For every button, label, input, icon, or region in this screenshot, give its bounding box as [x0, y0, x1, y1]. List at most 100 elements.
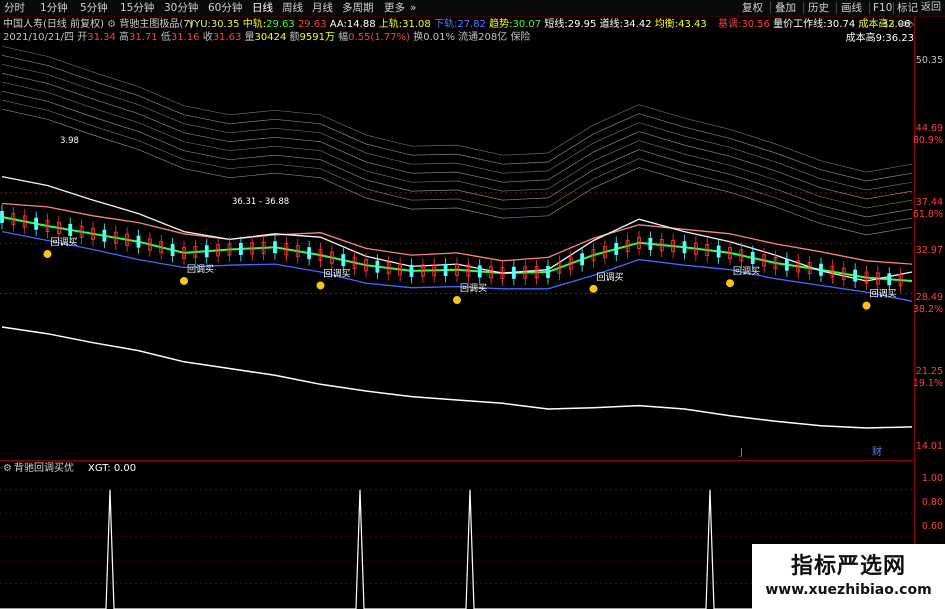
- tab-multi-period[interactable]: 多周期: [342, 1, 374, 15]
- dbx-label: 道线:: [599, 19, 623, 30]
- main-price-chart[interactable]: 回调买回调买 回调买回调买回调买回调买回调买 36.31 - 36.88 3.98…: [0, 44, 914, 460]
- candle-body: [614, 242, 619, 255]
- candle-body: [204, 245, 209, 258]
- low-label: 低: [160, 32, 171, 43]
- vol-label: 量: [244, 32, 255, 43]
- history-button[interactable]: 历史: [808, 1, 829, 15]
- open-label: 开: [77, 32, 88, 43]
- aa-value: 14.88: [346, 19, 376, 30]
- overlay-button[interactable]: 叠加: [775, 1, 796, 15]
- cost-high2-info: 成本高3 <◇: [842, 18, 914, 31]
- site-watermark: 指标严选网 www.xuezhibiao.com: [752, 544, 945, 609]
- fq-button[interactable]: 复权: [742, 1, 763, 15]
- axis-s1: 1.00: [921, 473, 943, 484]
- draw-button[interactable]: 画线: [841, 1, 862, 15]
- callback-buy-label: 回调买: [324, 268, 351, 279]
- xgt-value: 0.00: [113, 463, 137, 474]
- buy-signal-dot: [316, 281, 325, 290]
- candle-body: [477, 265, 482, 278]
- callback-buy-label: 回调买: [870, 289, 897, 300]
- mark-button[interactable]: 标记: [897, 1, 918, 15]
- high-value: 31.71: [129, 32, 158, 43]
- buy-signal-dot: [180, 276, 188, 285]
- cbg2-value: 3: [888, 19, 895, 30]
- back-button[interactable]: 返回: [921, 1, 941, 15]
- tab-5min[interactable]: 5分钟: [80, 1, 108, 15]
- mark-a-label: J: [739, 447, 743, 458]
- aa-label: AA:: [329, 19, 347, 30]
- sg-value: 31.08: [402, 19, 431, 30]
- stock-name[interactable]: 中国人寿(日线 前复权): [3, 19, 104, 30]
- axis-p4-pct: 38.2%: [912, 304, 943, 315]
- f10-button[interactable]: F10: [873, 1, 892, 15]
- axis-p2-pct: 61.8%: [912, 209, 943, 220]
- tab-monthly[interactable]: 月线: [312, 1, 333, 15]
- range-label: 36.31 - 36.88: [232, 197, 289, 207]
- tab-1min[interactable]: 1分钟: [40, 1, 68, 15]
- tab-15min[interactable]: 15分钟: [120, 1, 154, 15]
- axis-p2: 37.44: [915, 197, 943, 208]
- yyu-value: 30.35: [210, 19, 240, 30]
- dbx-value: 34.42: [622, 19, 652, 30]
- candle-body: [136, 235, 141, 248]
- axis-p4: 28.49: [915, 292, 943, 303]
- chg-label: 幅: [338, 32, 349, 43]
- amt-label: 额: [289, 32, 300, 43]
- yyu-label: YYU:: [188, 19, 211, 30]
- zg-label: 中轨:: [242, 19, 267, 30]
- tab-30min[interactable]: 30分钟: [164, 1, 198, 15]
- candle-body: [784, 258, 789, 271]
- axis-top: 50.35: [915, 55, 943, 66]
- candle-body: [443, 264, 448, 277]
- axis-p6: 14.01: [915, 441, 943, 452]
- axis-p3: 32.97: [915, 245, 943, 256]
- candle-body: [375, 260, 380, 273]
- turn-label: 换: [413, 32, 424, 43]
- candle-body: [819, 263, 823, 276]
- series-line-low: [1, 326, 913, 429]
- candle-body: [102, 229, 107, 242]
- tab-60min[interactable]: 60分钟: [208, 1, 242, 15]
- buy-signal-dot: [726, 279, 734, 288]
- quote-row: 2021/10/21/四 开31.34 高31.71 低31.16 收31.63…: [3, 31, 530, 44]
- jun-value: 43.43: [678, 19, 707, 30]
- open-value: 31.34: [87, 32, 116, 43]
- indicator-name[interactable]: 背驰主图极品(7): [119, 19, 193, 30]
- chg-value: 0.55(1.77%): [348, 32, 410, 43]
- candle-body: [750, 251, 755, 264]
- candle-body: [409, 264, 414, 277]
- callback-buy-label: 回调买: [597, 272, 624, 283]
- watermark-url: www.xuezhibiao.com: [765, 582, 932, 598]
- cbg-label: 成本高9:: [845, 33, 886, 44]
- axis-p1: 44.69: [915, 123, 943, 134]
- buy-signal-dot: [453, 296, 461, 305]
- axis-p5-pct: 19.1%: [912, 378, 943, 389]
- float-value: 208亿: [478, 32, 508, 43]
- red-value: 29.63: [297, 19, 327, 30]
- buy-signal-dot: [43, 250, 52, 259]
- zg-value: 29.63: [266, 19, 295, 30]
- cbg2-label: 成本高: [858, 19, 889, 30]
- indicator-info-row: 中国人寿(日线 前复权) ⚙ 背驰主图极品(7): [3, 18, 194, 31]
- float-label: 流通: [458, 32, 479, 43]
- sg-label: 上轨:: [378, 19, 403, 30]
- indicator-values: YYU:30.35 中轨:29.63 29.63 AA:14.88 上轨:31.…: [188, 18, 913, 31]
- diamond-icon[interactable]: ◇: [906, 19, 914, 30]
- turn-value: 0.01%: [423, 32, 455, 43]
- tab-more[interactable]: 更多: [384, 1, 405, 15]
- sub-indicator-header: ⚙ 背驰回调买优 XGT: 0.00: [0, 460, 914, 475]
- lj-label: 量价工作线:: [773, 19, 827, 30]
- candle-body: [580, 253, 585, 266]
- candle-body: [546, 265, 550, 278]
- axis-p1-pct: 80.9%: [912, 135, 943, 146]
- tab-minute[interactable]: 分时: [4, 1, 25, 15]
- tab-daily[interactable]: 日线: [252, 1, 273, 15]
- candle-body: [307, 247, 312, 260]
- more-chevron-icon[interactable]: »: [410, 1, 416, 15]
- buy-signal-dot: [862, 301, 871, 310]
- candle-body: [682, 241, 687, 254]
- sector-label[interactable]: 保险: [510, 32, 530, 43]
- gear-icon[interactable]: ⚙: [107, 19, 116, 30]
- tab-weekly[interactable]: 周线: [282, 1, 303, 15]
- price-axis: 50.35 44.69 80.9% 37.44 61.8% 32.97 28.4…: [912, 17, 945, 609]
